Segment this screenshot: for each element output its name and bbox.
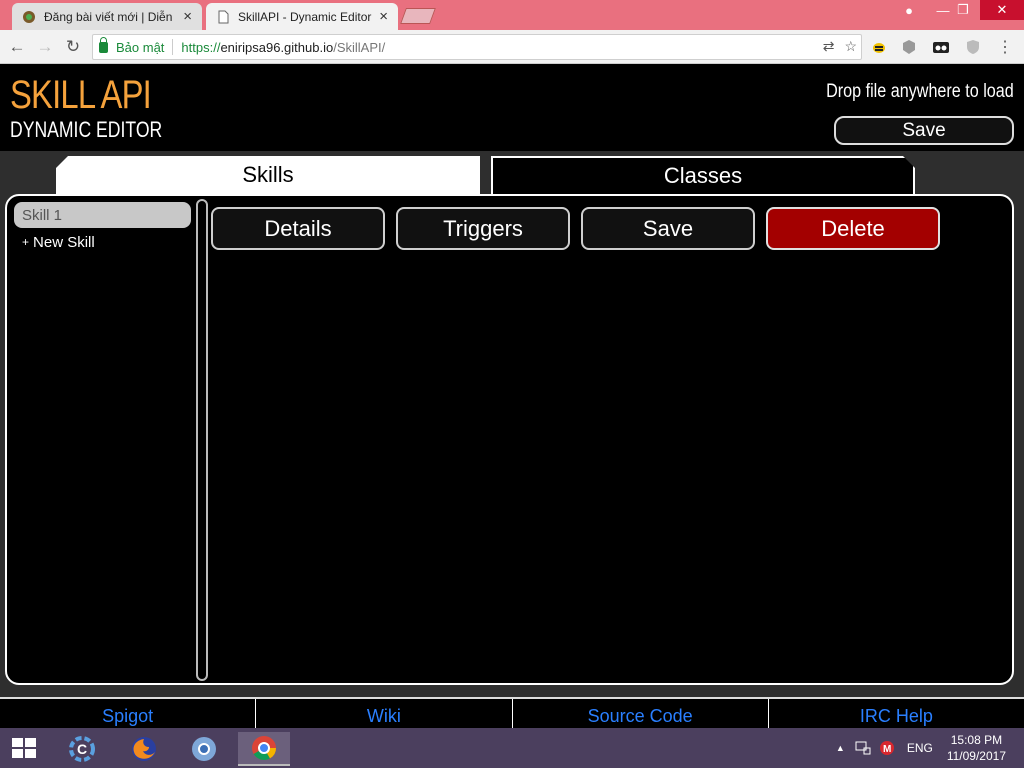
plus-icon: + (22, 235, 30, 249)
editor-panel: Skill 1 + New Skill Details Triggers Sav… (5, 194, 1014, 685)
footer-link-source-code[interactable]: Source Code (513, 699, 769, 728)
menu-kebab-icon[interactable]: ⋮ (996, 38, 1014, 56)
shield-extension-icon[interactable] (964, 38, 982, 56)
delete-skill-button[interactable]: Delete (766, 207, 940, 250)
system-tray: ▲ M ENG 15:08 PM 11/09/2017 (836, 728, 1024, 768)
close-tab-icon[interactable]: × (183, 8, 192, 25)
triggers-button[interactable]: Triggers (396, 207, 570, 250)
svg-text:C: C (77, 741, 87, 757)
lock-icon (99, 36, 108, 53)
new-tab-button[interactable] (400, 8, 436, 24)
tray-expand-icon[interactable]: ▲ (836, 743, 845, 753)
skill-list-scrollbar[interactable] (196, 199, 208, 681)
footer-links: Spigot Wiki Source Code IRC Help (0, 697, 1024, 728)
browser-tab-title: SkillAPI - Dynamic Editor (238, 9, 372, 24)
tab-skills[interactable]: Skills (56, 156, 480, 194)
language-indicator[interactable]: ENG (907, 741, 933, 755)
new-skill-button[interactable]: + New Skill (14, 231, 191, 253)
network-icon[interactable] (855, 740, 871, 756)
close-tab-icon[interactable]: × (379, 8, 388, 25)
mega-icon[interactable]: M (879, 740, 895, 756)
clock-time: 15:08 PM (950, 733, 1003, 747)
page: SKILL API DYNAMIC EDITOR Drop file anywh… (0, 65, 1024, 728)
details-button[interactable]: Details (211, 207, 385, 250)
window-close-button[interactable]: ✕ (980, 0, 1024, 20)
logo-title: SKILL API (10, 73, 152, 117)
cube-extension-icon[interactable] (900, 38, 918, 56)
svg-text:M: M (883, 744, 891, 755)
back-icon[interactable]: ← (6, 36, 28, 58)
logo-subtitle: DYNAMIC EDITOR (10, 117, 163, 142)
footer-link-irc-help[interactable]: IRC Help (769, 699, 1024, 728)
address-separator (172, 39, 174, 55)
page-icon (218, 10, 229, 23)
url-path: /SkillAPI/ (333, 39, 386, 55)
bookmark-star-icon[interactable]: ☆ (844, 38, 857, 55)
skill-list: Skill 1 + New Skill (14, 202, 191, 253)
browser-tab-inactive[interactable]: Đăng bài viết mới | Diễn × (12, 3, 202, 30)
browser-tab-title: Đăng bài viết mới | Diễn (44, 9, 173, 24)
footer-link-spigot[interactable]: Spigot (0, 699, 257, 728)
omnibox-actions: ⇄ ☆ (823, 38, 857, 55)
reload-icon[interactable]: ↻ (62, 36, 84, 58)
windows-taskbar: C ▲ M ENG 15:08 PM 11/09/2017 (0, 728, 1024, 768)
skill-list-item[interactable]: Skill 1 (14, 202, 191, 228)
save-skill-button[interactable]: Save (581, 207, 755, 250)
restore-button[interactable]: ❐ (946, 0, 980, 20)
forward-icon[interactable]: → (34, 36, 56, 58)
chromium-icon[interactable] (178, 732, 230, 766)
save-all-button[interactable]: Save (834, 116, 1014, 145)
cheat-engine-icon[interactable]: C (56, 732, 108, 766)
glasses-extension-icon[interactable] (932, 38, 950, 56)
security-label: Bảo mật (116, 39, 165, 55)
address-bar[interactable]: Bảo mật https:// eniripsa96.github.io /S… (92, 34, 862, 60)
footer-link-wiki[interactable]: Wiki (256, 699, 513, 728)
url-host: eniripsa96.github.io (220, 39, 334, 55)
drop-file-hint: Drop file anywhere to load (826, 81, 1014, 102)
site-favicon-icon (23, 10, 35, 23)
user-profile-icon[interactable]: ● (892, 0, 926, 20)
new-skill-label: New Skill (33, 233, 95, 251)
tab-classes[interactable]: Classes (491, 156, 915, 194)
chrome-icon[interactable] (238, 732, 290, 766)
clock-date: 11/09/2017 (946, 749, 1006, 763)
clock[interactable]: 15:08 PM 11/09/2017 (947, 732, 1006, 764)
url-scheme: https:// (181, 39, 221, 55)
browser-toolbar: ← → ↻ Bảo mật https:// eniripsa96.github… (0, 30, 1024, 64)
firefox-icon[interactable] (118, 732, 170, 766)
bee-extension-icon[interactable] (870, 38, 888, 56)
windows-start-icon[interactable] (8, 736, 40, 760)
browser-tab-active[interactable]: SkillAPI - Dynamic Editor × (206, 3, 398, 30)
browser-tabbar: Đăng bài viết mới | Diễn × SkillAPI - Dy… (0, 0, 1024, 30)
translate-icon[interactable]: ⇄ (823, 38, 835, 55)
